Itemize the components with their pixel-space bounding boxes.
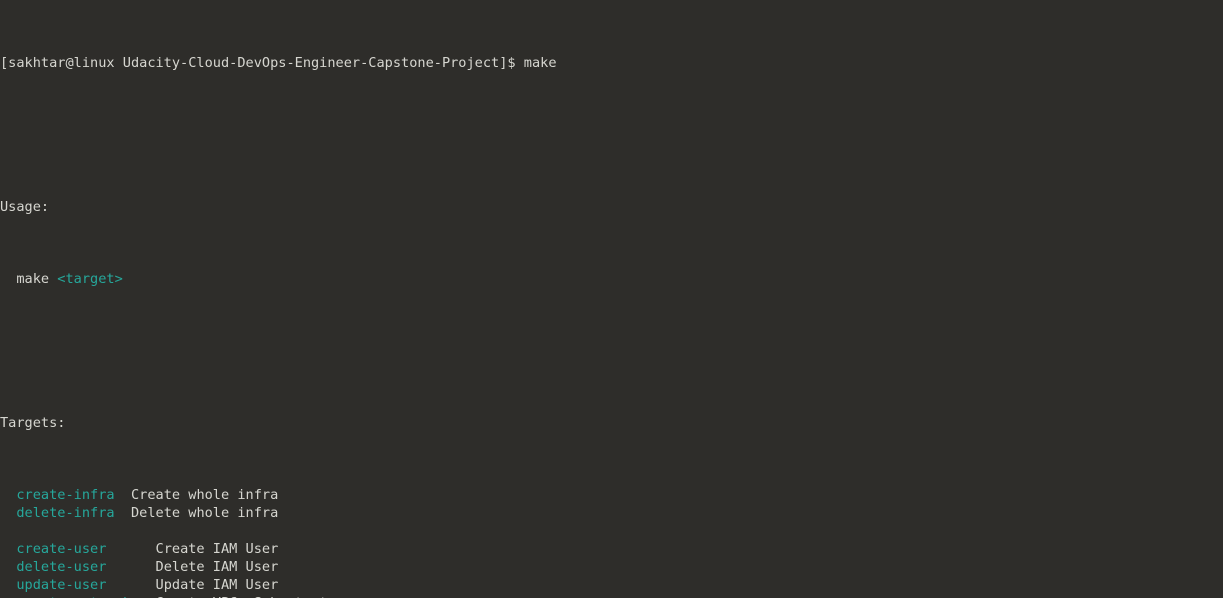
target-description: Update IAM User	[155, 577, 279, 593]
target-indent	[0, 505, 16, 521]
target-gap	[115, 487, 131, 503]
target-row: delete-user Delete IAM User	[0, 558, 1223, 576]
targets-heading: Targets:	[0, 415, 66, 431]
target-gap	[115, 505, 131, 521]
entered-command: make	[523, 55, 557, 71]
target-name[interactable]: delete-user	[16, 559, 106, 575]
target-gap	[106, 541, 155, 557]
targets-list: create-infra Create whole infra delete-i…	[0, 486, 1223, 598]
target-indent	[0, 559, 16, 575]
target-description: Delete whole infra	[130, 505, 279, 521]
target-row: update-user Update IAM User	[0, 576, 1223, 594]
target-description: Delete IAM User	[155, 559, 279, 575]
target-indent	[0, 577, 16, 593]
prompt-string: [sakhtar@linux Udacity-Cloud-DevOps-Engi…	[0, 55, 524, 71]
target-name[interactable]: create-infra	[16, 487, 114, 503]
target-row: create-infra Create whole infra	[0, 486, 1223, 504]
target-description: Create IAM User	[155, 541, 279, 557]
usage-make-prefix: make	[0, 271, 58, 287]
command-prompt-line: [sakhtar@linux Udacity-Cloud-DevOps-Engi…	[0, 54, 1223, 72]
target-gap	[106, 559, 155, 575]
target-name[interactable]: create-user	[16, 541, 106, 557]
target-row: create-user Create IAM User	[0, 540, 1223, 558]
target-row: create-network Create VPC, Subnet etc.	[0, 594, 1223, 598]
target-indent	[0, 541, 16, 557]
target-name[interactable]: update-user	[16, 577, 106, 593]
usage-example-line: make <target>	[0, 270, 1223, 288]
target-row: delete-infra Delete whole infra	[0, 504, 1223, 522]
target-indent	[0, 487, 16, 503]
usage-heading: Usage:	[0, 199, 50, 215]
terminal-window[interactable]: [sakhtar@linux Udacity-Cloud-DevOps-Engi…	[0, 0, 1223, 598]
target-name[interactable]: delete-infra	[16, 505, 114, 521]
target-gap	[106, 577, 155, 593]
target-description: Create whole infra	[130, 487, 279, 503]
usage-target-placeholder: <target>	[57, 271, 123, 287]
